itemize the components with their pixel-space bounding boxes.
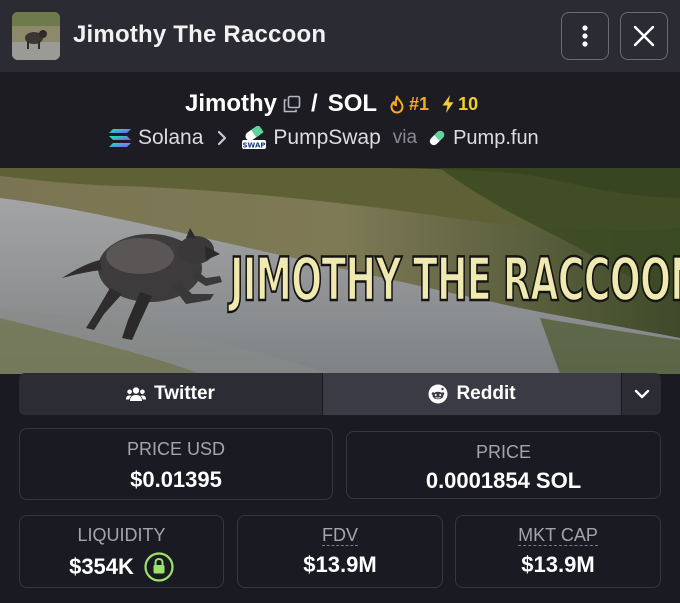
reddit-button[interactable]: Reddit	[322, 373, 622, 415]
fdv-value: $13.9M	[303, 552, 377, 577]
mkt-cap-value: $13.9M	[521, 552, 595, 577]
price-label: PRICE	[475, 442, 531, 462]
more-socials-button[interactable]	[622, 373, 661, 415]
pill-icon	[427, 128, 447, 148]
launchpad-name[interactable]: Pump.fun	[453, 127, 539, 150]
mkt-cap-label[interactable]: MKT CAP	[518, 525, 598, 546]
dex-name[interactable]: PumpSwap	[273, 126, 380, 150]
chevron-down-icon	[634, 389, 649, 399]
flame-icon	[390, 95, 404, 113]
token-title: Jimothy The Raccoon	[73, 21, 327, 48]
lightning-icon	[442, 95, 454, 113]
price-usd-value: $0.01395	[130, 467, 222, 492]
boost-count[interactable]: 10	[441, 94, 478, 115]
top-bar: Jimothy The Raccoon	[0, 0, 680, 72]
fdv-label-wrap: FDV	[238, 525, 442, 546]
liquidity-label: LIQUIDITY	[77, 525, 166, 545]
quote-token-name: SOL	[327, 90, 378, 117]
boost-value: 10	[458, 93, 479, 114]
trending-rank[interactable]: #1	[389, 94, 429, 115]
base-token-name: Jimothy	[185, 90, 278, 117]
fdv-card: FDV $13.9M	[237, 515, 443, 588]
reddit-label: Reddit	[456, 383, 516, 404]
price-usd-label: PRICE USD	[126, 439, 225, 459]
pair-separator: /	[311, 90, 318, 117]
close-button[interactable]	[620, 12, 668, 60]
fdv-label[interactable]: FDV	[322, 525, 358, 546]
pair-info: Jimothy / SOL #1 10 Solana SWAP PumpSwap…	[0, 72, 680, 168]
social-links: Twitter Reddit	[19, 373, 661, 415]
pair-row: Jimothy / SOL #1 10	[185, 89, 478, 119]
price-card: PRICE 0.0001854 SOL	[346, 431, 661, 499]
twitter-label: Twitter	[154, 383, 215, 404]
chain-name[interactable]: Solana	[138, 126, 203, 150]
banner-title: JIMOTHY THE RACCOON	[229, 244, 680, 317]
price-value: 0.0001854 SOL	[425, 468, 582, 493]
liquidity-card: LIQUIDITY $354K	[19, 515, 224, 588]
reddit-icon	[428, 384, 448, 404]
solana-icon	[108, 128, 132, 148]
via-label: via	[392, 127, 418, 148]
close-icon	[633, 25, 655, 47]
price-usd-card: PRICE USD $0.01395	[19, 428, 333, 500]
token-avatar	[12, 12, 60, 60]
mkt-cap-label-wrap: MKT CAP	[456, 525, 660, 546]
mkt-cap-card: MKT CAP $13.9M	[455, 515, 661, 588]
lock-icon[interactable]	[144, 552, 174, 582]
copy-icon[interactable]	[283, 95, 301, 113]
users-icon	[126, 386, 147, 402]
liquidity-value-row: $354K	[20, 552, 223, 582]
more-options-button[interactable]	[561, 12, 609, 60]
swap-badge-text: SWAP	[243, 142, 266, 150]
vertical-dots-icon	[582, 25, 588, 47]
chain-breadcrumb: Solana SWAP PumpSwap via Pump.fun	[108, 124, 539, 152]
twitter-button[interactable]: Twitter	[19, 373, 322, 415]
liquidity-value: $354K	[69, 554, 134, 579]
rank-value: #1	[409, 93, 430, 114]
pumpswap-icon: SWAP	[241, 126, 267, 150]
chevron-right-icon	[217, 130, 227, 146]
